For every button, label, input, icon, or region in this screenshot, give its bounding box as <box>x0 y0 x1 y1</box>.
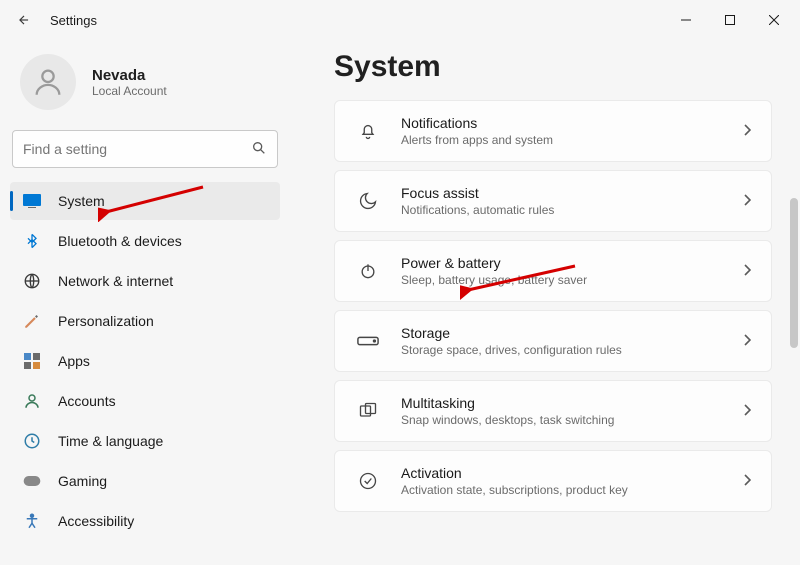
sidebar-item-label: Apps <box>58 353 90 369</box>
sidebar-item-apps[interactable]: Apps <box>10 342 280 380</box>
search-box[interactable] <box>12 130 278 168</box>
sidebar-item-label: Personalization <box>58 313 154 329</box>
window-controls <box>664 4 796 36</box>
item-focus-assist[interactable]: Focus assist Notifications, automatic ru… <box>334 170 772 232</box>
sidebar-item-label: Network & internet <box>58 273 173 289</box>
system-icon <box>22 191 42 211</box>
notifications-icon <box>355 118 381 144</box>
minimize-button[interactable] <box>664 4 708 36</box>
sidebar-item-accounts[interactable]: Accounts <box>10 382 280 420</box>
nav: System Bluetooth & devices Network & int… <box>10 182 280 540</box>
window-title: Settings <box>50 13 97 28</box>
sidebar-item-label: Accessibility <box>58 513 134 529</box>
card-subtitle: Activation state, subscriptions, product… <box>401 483 743 497</box>
profile-type: Local Account <box>92 84 167 98</box>
sidebar-item-gaming[interactable]: Gaming <box>10 462 280 500</box>
sidebar: Nevada Local Account System Bluetooth <box>0 40 290 565</box>
sidebar-item-personalization[interactable]: Personalization <box>10 302 280 340</box>
card-title: Storage <box>401 325 743 341</box>
card-subtitle: Storage space, drives, configuration rul… <box>401 343 743 357</box>
card-subtitle: Notifications, automatic rules <box>401 203 743 217</box>
gaming-icon <box>22 471 42 491</box>
card-subtitle: Snap windows, desktops, task switching <box>401 413 743 427</box>
sidebar-item-bluetooth[interactable]: Bluetooth & devices <box>10 222 280 260</box>
sidebar-item-label: Gaming <box>58 473 107 489</box>
avatar <box>20 54 76 110</box>
sidebar-item-label: Bluetooth & devices <box>58 233 182 249</box>
card-title: Multitasking <box>401 395 743 411</box>
search-icon <box>251 140 267 159</box>
item-power-battery[interactable]: Power & battery Sleep, battery usage, ba… <box>334 240 772 302</box>
item-storage[interactable]: Storage Storage space, drives, configura… <box>334 310 772 372</box>
card-title: Power & battery <box>401 255 743 271</box>
titlebar: Settings <box>0 0 800 40</box>
power-icon <box>355 258 381 284</box>
sidebar-item-network[interactable]: Network & internet <box>10 262 280 300</box>
card-title: Notifications <box>401 115 743 131</box>
back-button[interactable] <box>4 0 44 40</box>
item-activation[interactable]: Activation Activation state, subscriptio… <box>334 450 772 512</box>
card-subtitle: Alerts from apps and system <box>401 133 743 147</box>
main: System Notifications Alerts from apps an… <box>290 40 800 565</box>
search-input[interactable] <box>23 141 251 157</box>
accounts-icon <box>22 391 42 411</box>
chevron-right-icon <box>743 193 751 209</box>
multitasking-icon <box>355 398 381 424</box>
card-subtitle: Sleep, battery usage, battery saver <box>401 273 743 287</box>
apps-icon <box>22 351 42 371</box>
activation-icon <box>355 468 381 494</box>
item-notifications[interactable]: Notifications Alerts from apps and syste… <box>334 100 772 162</box>
profile[interactable]: Nevada Local Account <box>10 48 280 124</box>
bluetooth-icon <box>22 231 42 251</box>
chevron-right-icon <box>743 123 751 139</box>
network-icon <box>22 271 42 291</box>
focus-assist-icon <box>355 188 381 214</box>
chevron-right-icon <box>743 403 751 419</box>
settings-list: Notifications Alerts from apps and syste… <box>334 100 772 512</box>
chevron-right-icon <box>743 333 751 349</box>
sidebar-item-label: System <box>58 193 105 209</box>
storage-icon <box>355 328 381 354</box>
sidebar-item-time[interactable]: Time & language <box>10 422 280 460</box>
close-button[interactable] <box>752 4 796 36</box>
sidebar-item-system[interactable]: System <box>10 182 280 220</box>
scrollbar-thumb[interactable] <box>790 198 798 348</box>
page-title: System <box>334 50 772 84</box>
card-title: Focus assist <box>401 185 743 201</box>
time-icon <box>22 431 42 451</box>
profile-text: Nevada Local Account <box>92 67 167 98</box>
chevron-right-icon <box>743 263 751 279</box>
sidebar-item-label: Accounts <box>58 393 116 409</box>
card-title: Activation <box>401 465 743 481</box>
chevron-right-icon <box>743 473 751 489</box>
item-multitasking[interactable]: Multitasking Snap windows, desktops, tas… <box>334 380 772 442</box>
profile-name: Nevada <box>92 67 167 84</box>
sidebar-item-accessibility[interactable]: Accessibility <box>10 502 280 540</box>
maximize-button[interactable] <box>708 4 752 36</box>
sidebar-item-label: Time & language <box>58 433 163 449</box>
accessibility-icon <box>22 511 42 531</box>
personalization-icon <box>22 311 42 331</box>
